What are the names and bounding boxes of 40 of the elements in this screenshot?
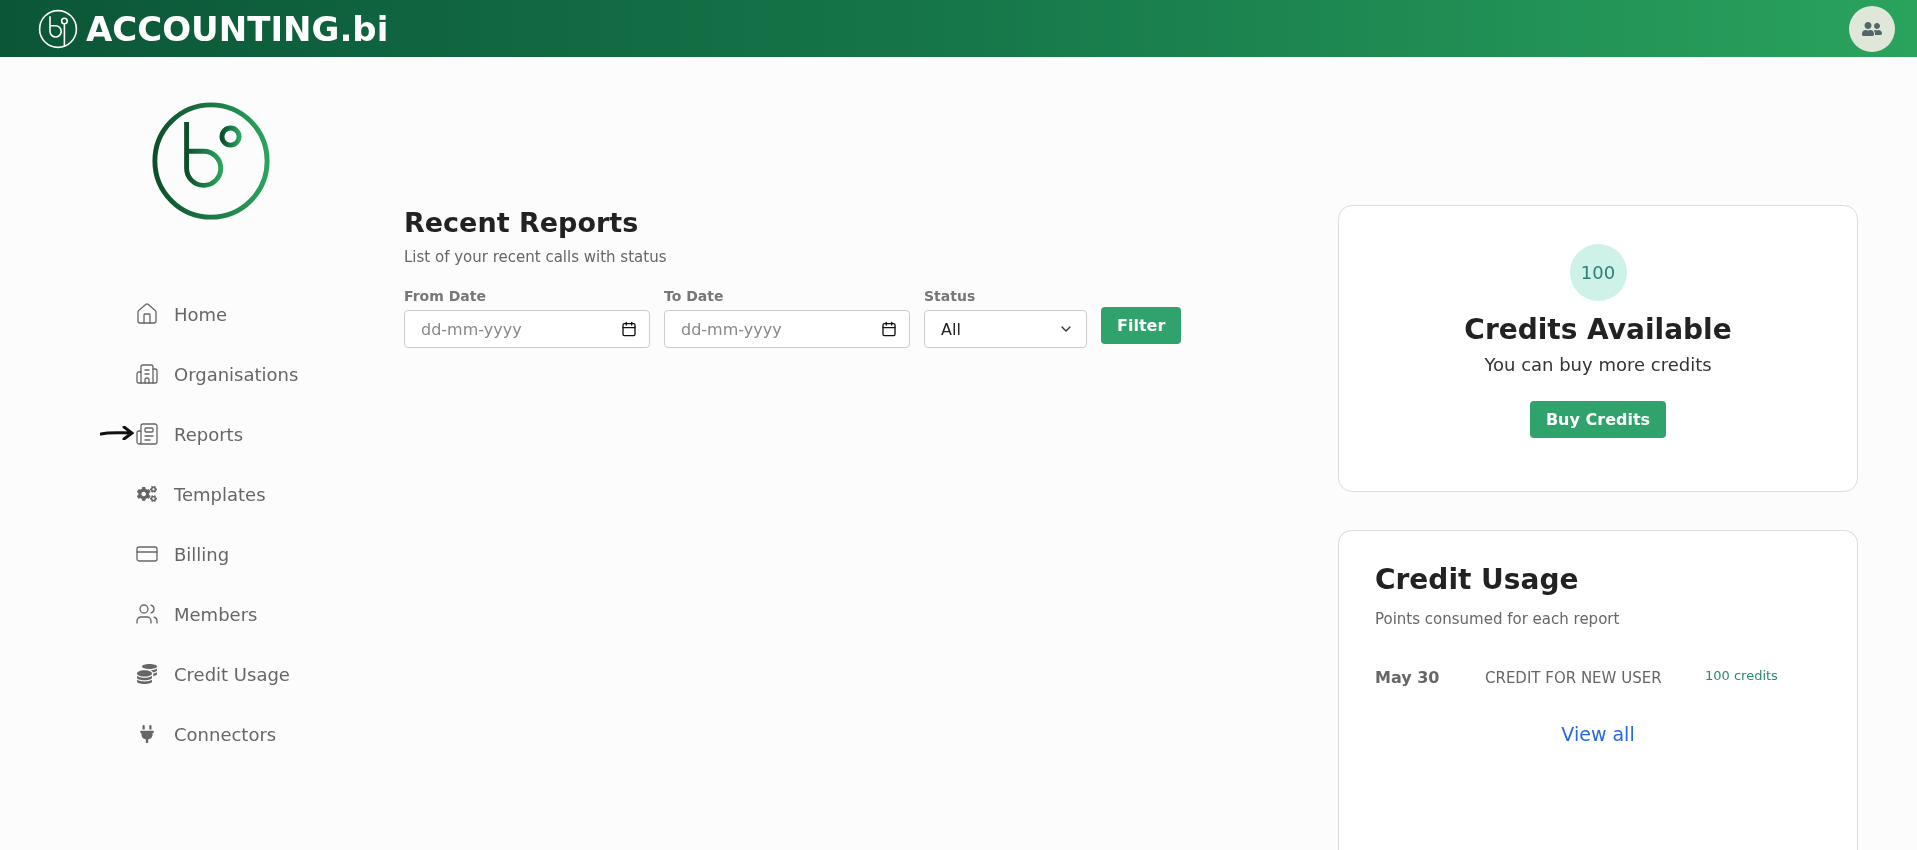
- account-button[interactable]: [1849, 5, 1895, 52]
- view-all-link[interactable]: View all: [1561, 723, 1635, 745]
- field-label: From Date: [404, 288, 487, 304]
- nav-item[interactable]: Organisations: [100, 344, 299, 404]
- brand-name: ACCOUNTING.bi: [86, 8, 389, 49]
- nav-item[interactable]: Credit Usage: [100, 644, 290, 704]
- building-icon: [134, 362, 160, 386]
- field-label: To Date: [664, 288, 725, 304]
- coins-icon: [134, 664, 160, 684]
- usage-description: CREDIT FOR NEW USER: [1485, 668, 1663, 687]
- logo-icon: [38, 8, 78, 49]
- logo-icon: [150, 100, 272, 222]
- card-subtitle: You can buy more credits: [1484, 354, 1712, 375]
- calendar-icon: [881, 321, 897, 337]
- date-field[interactable]: dd-mm-yyyy: [664, 310, 910, 348]
- usage-date: May 30: [1375, 668, 1441, 687]
- date-field[interactable]: dd-mm-yyyy: [404, 310, 650, 348]
- card-title: Credit Usage: [1375, 563, 1580, 596]
- field-label: Status: [924, 288, 977, 304]
- users-icon: [134, 602, 160, 626]
- gears-icon: [134, 484, 160, 504]
- nav-item[interactable]: Billing: [100, 524, 230, 584]
- card-title: Credits Available: [1464, 313, 1732, 346]
- credit-count: 100: [1569, 244, 1627, 301]
- nav-item[interactable]: Members: [100, 584, 258, 644]
- page-subtitle: List of your recent calls with status: [404, 248, 668, 266]
- card-subtitle: Points consumed for each report: [1375, 610, 1621, 628]
- nav-item[interactable]: Templates: [100, 464, 266, 524]
- nav-item[interactable]: Connectors: [100, 704, 277, 764]
- newspaper-icon: [134, 422, 160, 446]
- status-dropdown[interactable]: All: [924, 310, 1087, 348]
- usage-amount: 100 credits: [1705, 668, 1778, 683]
- pointer-arrow-drawing: [100, 426, 134, 440]
- calendar-icon: [621, 321, 637, 337]
- nav-item[interactable]: Reports: [100, 404, 244, 464]
- house-icon: [134, 302, 160, 326]
- buy-credits-button[interactable]: Buy Credits: [1529, 401, 1667, 438]
- nav-item[interactable]: Home: [100, 284, 228, 344]
- page-title: Recent Reports: [404, 207, 640, 238]
- filter-button[interactable]: Filter: [1101, 307, 1182, 344]
